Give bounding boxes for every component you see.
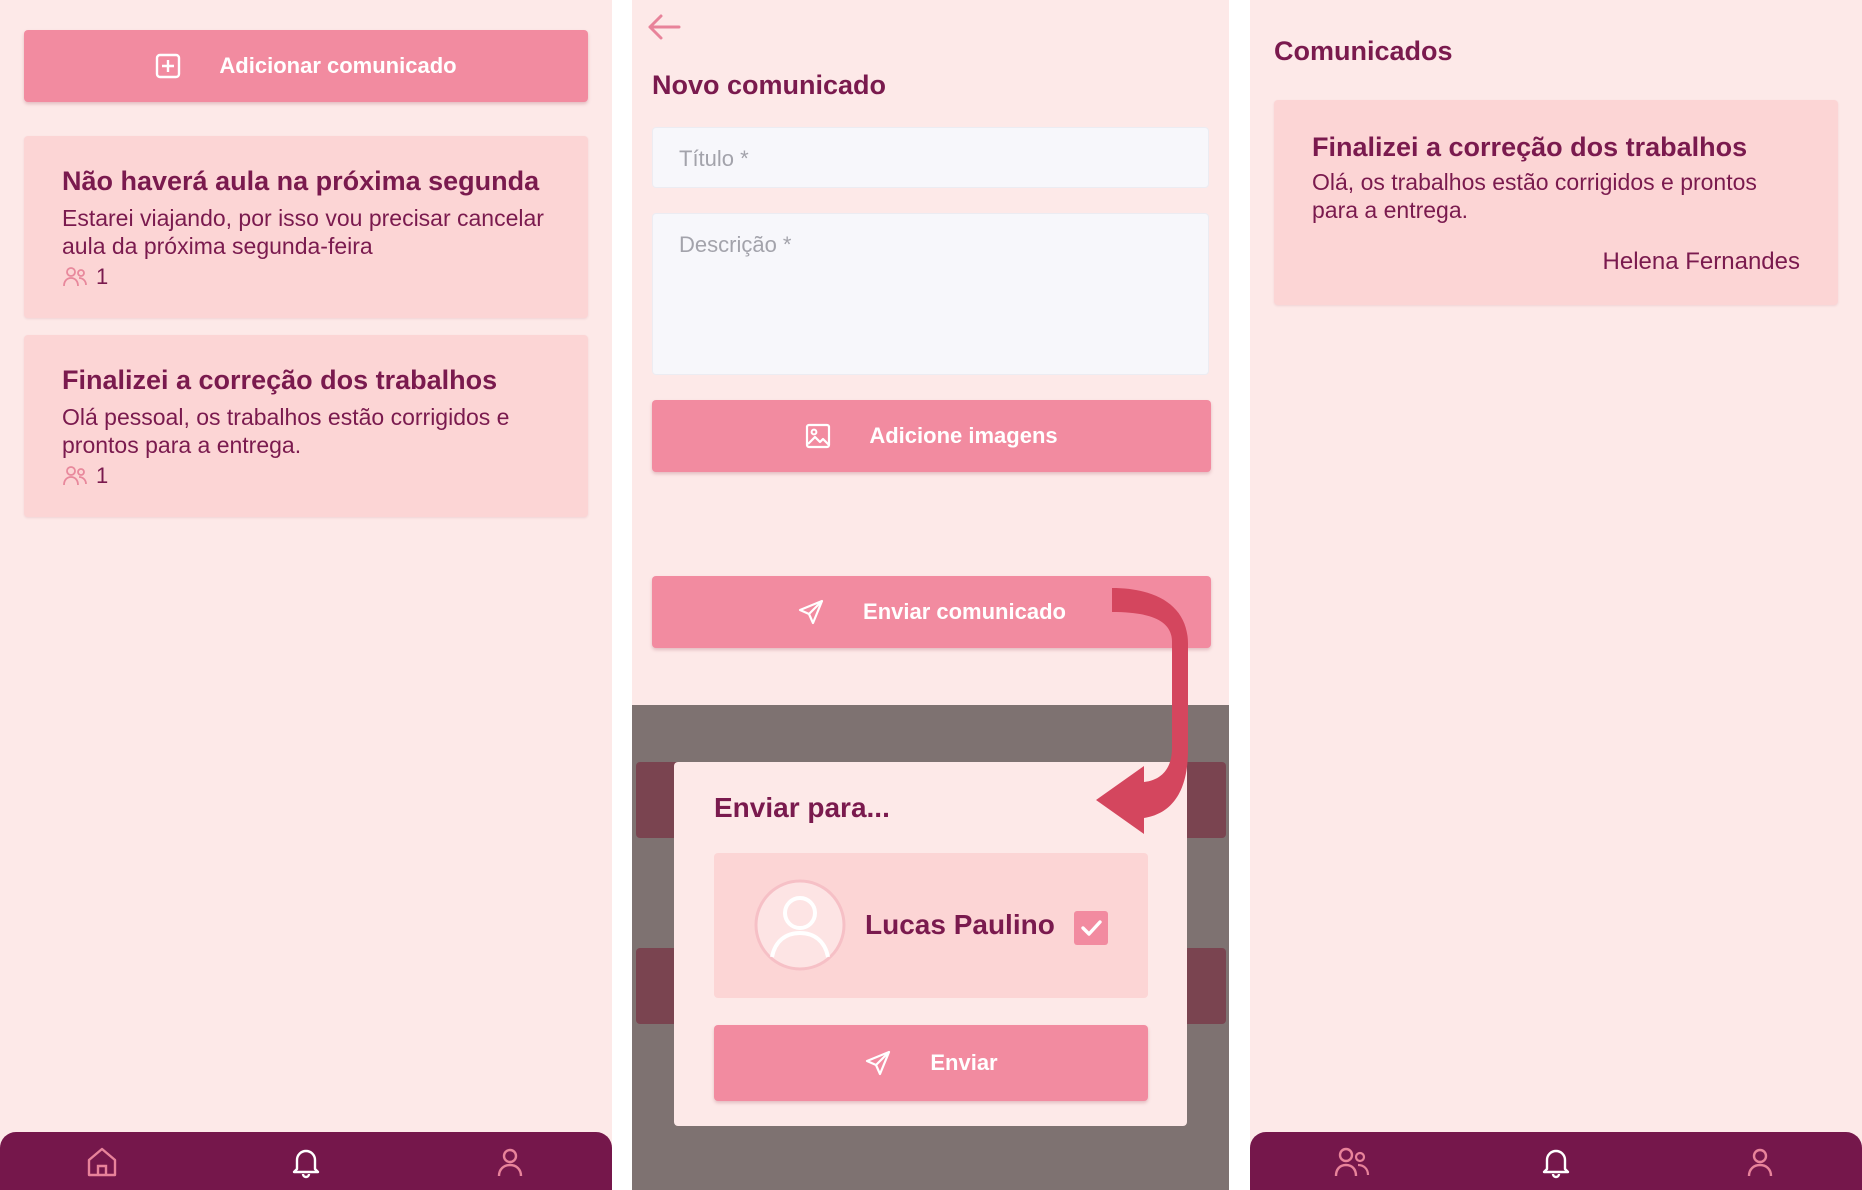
title-placeholder: Título *	[679, 146, 749, 171]
announcements-list-screen: Adicionar comunicado Não haverá aula na …	[0, 0, 612, 1190]
users-icon	[63, 466, 87, 486]
plus-square-icon	[156, 53, 181, 79]
dialog-title: Enviar para...	[714, 792, 890, 823]
description-placeholder: Descrição *	[679, 232, 792, 257]
send-icon	[866, 1050, 891, 1076]
recipients-count-value: 1	[96, 264, 109, 289]
announcement-description: Olá pessoal, os trabalhos estão corrigid…	[62, 404, 510, 458]
announcement-card[interactable]: Finalizei a correção dos trabalhos Olá p…	[24, 335, 588, 517]
title-input[interactable]: Título *	[652, 127, 1209, 188]
check-icon	[1081, 920, 1102, 936]
user-icon[interactable]	[492, 1144, 528, 1180]
add-announcement-button[interactable]: Adicionar comunicado	[24, 30, 588, 102]
announcement-description: Estarei viajando, por isso vou precisar …	[62, 205, 544, 259]
announcement-title: Finalizei a correção dos trabalhos	[62, 365, 498, 395]
recipients-count: 1	[62, 264, 108, 290]
announcement-card[interactable]: Não haverá aula na próxima segunda Estar…	[24, 136, 588, 318]
page-title: Comunicados	[1274, 36, 1453, 66]
users-icon	[63, 267, 87, 287]
home-icon[interactable]	[84, 1144, 120, 1180]
add-announcement-label: Adicionar comunicado	[219, 53, 457, 78]
recipient-row[interactable]: Lucas Paulino	[714, 853, 1148, 998]
announcement-title: Não haverá aula na próxima segunda	[62, 166, 540, 196]
announcement-card[interactable]: Finalizei a correção dos trabalhos Olá, …	[1274, 100, 1838, 305]
recipient-name: Lucas Paulino	[865, 909, 1055, 940]
avatar	[754, 879, 846, 971]
user-icon[interactable]	[1742, 1144, 1778, 1180]
page-title: Novo comunicado	[652, 70, 887, 100]
bell-icon[interactable]	[1538, 1144, 1574, 1180]
send-button-label: Enviar	[930, 1050, 998, 1075]
send-announcement-label: Enviar comunicado	[863, 599, 1066, 624]
announcement-description: Olá, os trabalhos estão corrigidos e pro…	[1312, 169, 1757, 223]
recipient-checkbox[interactable]	[1074, 911, 1108, 945]
image-icon	[806, 423, 831, 449]
student-announcements-screen: Comunicados Finalizei a correção dos tra…	[1250, 0, 1862, 1190]
recipients-count-value: 1	[96, 463, 109, 488]
send-icon	[798, 599, 824, 625]
users-icon[interactable]	[1334, 1144, 1370, 1180]
add-images-button[interactable]: Adicione imagens	[652, 400, 1211, 472]
bottom-navigation	[1250, 1132, 1862, 1190]
add-images-label: Adicione imagens	[869, 423, 1058, 448]
bell-icon[interactable]	[288, 1144, 324, 1180]
new-announcement-screen: Novo comunicado Título * Descrição * Adi…	[632, 0, 1229, 1190]
recipients-count: 1	[62, 463, 108, 489]
back-button[interactable]	[646, 12, 686, 44]
description-input[interactable]: Descrição *	[652, 213, 1209, 375]
send-button[interactable]: Enviar	[714, 1025, 1148, 1101]
arrow-left-icon	[648, 14, 681, 40]
flow-arrow	[1096, 588, 1188, 834]
announcement-author: Helena Fernandes	[1602, 248, 1800, 275]
announcement-title: Finalizei a correção dos trabalhos	[1312, 132, 1748, 162]
bottom-navigation	[0, 1132, 612, 1190]
